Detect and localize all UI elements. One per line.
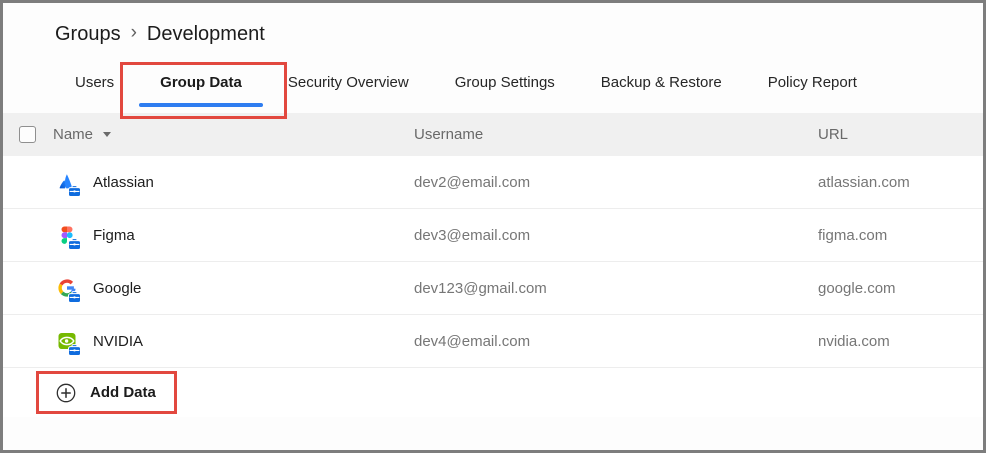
tab-group-data-label: Group Data <box>160 74 242 91</box>
site-name: NVIDIA <box>93 332 144 350</box>
site-url: google.com <box>818 279 896 297</box>
tab-group-settings[interactable]: Group Settings <box>455 69 555 109</box>
breadcrumb-groups-link[interactable]: Groups <box>55 21 121 47</box>
table-row-nvidia[interactable]: NVIDIA dev4@email.com nvidia.com <box>3 315 983 368</box>
selected-tab-underline <box>139 103 263 107</box>
briefcase-badge-icon <box>68 238 81 250</box>
column-header-url: URL <box>818 126 849 143</box>
group-data-table: Name Username URL Atlassian dev2@email.c… <box>3 113 983 417</box>
breadcrumb-separator-icon: › <box>130 22 137 43</box>
tab-users[interactable]: Users <box>75 69 114 109</box>
tab-policy-report[interactable]: Policy Report <box>768 69 857 109</box>
site-url: figma.com <box>818 226 888 244</box>
site-username: dev3@email.com <box>414 226 531 244</box>
breadcrumb: Groups › Development <box>3 3 983 47</box>
plus-circle-icon <box>55 382 77 404</box>
briefcase-badge-icon <box>68 291 81 303</box>
table-row-atlassian[interactable]: Atlassian dev2@email.com atlassian.com <box>3 156 983 209</box>
site-url: atlassian.com <box>818 173 910 191</box>
site-username: dev4@email.com <box>414 332 531 350</box>
site-username: dev2@email.com <box>414 173 531 191</box>
site-url: nvidia.com <box>818 332 890 350</box>
table-row-figma[interactable]: Figma dev3@email.com figma.com <box>3 209 983 262</box>
google-favicon-icon <box>57 278 81 303</box>
breadcrumb-current-page: Development <box>146 23 265 45</box>
site-name: Atlassian <box>93 173 154 191</box>
site-name: Google <box>93 279 142 297</box>
tab-group-data[interactable]: Group Data <box>120 62 287 119</box>
briefcase-badge-icon <box>68 185 81 197</box>
table-header-row: Name Username URL <box>3 113 983 156</box>
table-row-google[interactable]: Google dev123@gmail.com google.com <box>3 262 983 315</box>
nvidia-favicon-icon <box>57 331 81 356</box>
tab-security-overview[interactable]: Security Overview <box>288 69 409 109</box>
add-data-label: Add Data <box>90 384 156 401</box>
briefcase-badge-icon <box>68 344 81 356</box>
select-all-checkbox[interactable] <box>19 126 36 143</box>
add-data-button[interactable]: Add Data <box>3 368 156 417</box>
column-header-username: Username <box>414 126 484 143</box>
site-username: dev123@gmail.com <box>414 279 547 297</box>
figma-favicon-icon <box>57 225 81 250</box>
tab-backup-restore[interactable]: Backup & Restore <box>601 69 722 109</box>
add-data-row: Add Data <box>3 368 983 417</box>
site-name: Figma <box>93 226 135 244</box>
app-window: Groups › Development Users Group Data Se… <box>0 0 986 453</box>
atlassian-favicon-icon <box>57 172 81 197</box>
caret-down-icon[interactable] <box>102 131 112 138</box>
column-header-name[interactable]: Name <box>53 126 93 143</box>
tab-bar: Users Group Data Security Overview Group… <box>75 62 983 119</box>
